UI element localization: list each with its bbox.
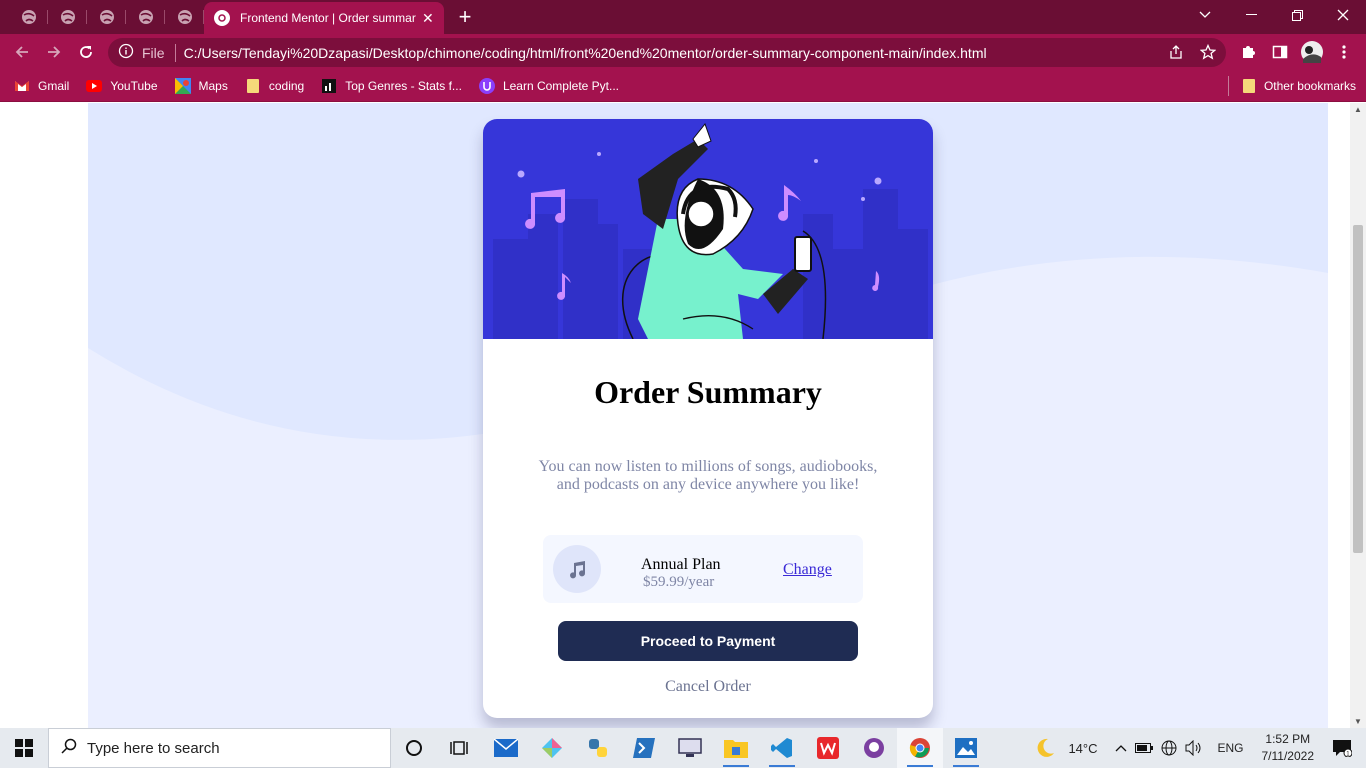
file-explorer-icon[interactable]	[713, 728, 759, 768]
cancel-order-button[interactable]: Cancel Order	[483, 678, 933, 696]
vscode-icon[interactable]	[759, 728, 805, 768]
divider	[1228, 76, 1229, 96]
battery-icon[interactable]	[1135, 743, 1154, 753]
chevron-up-icon[interactable]	[1115, 744, 1127, 752]
maps-icon	[174, 77, 191, 94]
globe-icon	[60, 10, 75, 24]
photos-icon[interactable]	[943, 728, 989, 768]
back-arrow-icon[interactable]	[6, 36, 38, 68]
plan-price: $59.99/year	[643, 574, 715, 590]
pinned-tab-4[interactable]	[126, 0, 165, 34]
info-icon[interactable]	[118, 43, 134, 62]
stats-icon	[321, 78, 337, 94]
minimize-icon[interactable]	[1228, 0, 1274, 30]
bookmark-top-genres[interactable]: Top Genres - Stats f...	[321, 78, 462, 94]
card-description: You can now listen to millions of songs,…	[538, 458, 878, 493]
scroll-up-icon[interactable]: ▲	[1354, 105, 1362, 114]
folder-icon	[1242, 78, 1256, 94]
order-summary-card: Order Summary You can now listen to mill…	[483, 119, 933, 718]
active-tab[interactable]: Frontend Mentor | Order summary ✕	[204, 2, 444, 34]
volume-icon[interactable]	[1185, 740, 1203, 756]
remote-desktop-icon[interactable]	[667, 728, 713, 768]
share-icon[interactable]	[1160, 36, 1192, 68]
clock-time: 1:52 PM	[1265, 732, 1311, 746]
pinned-tab-2[interactable]	[48, 0, 87, 34]
windows-taskbar: Type here to search 14°C ENG 1:52 PM 7/1…	[0, 728, 1366, 768]
temperature[interactable]: 14°C	[1068, 741, 1097, 756]
youtube-icon	[86, 78, 103, 94]
address-bar[interactable]: File C:/Users/Tendayi%20Dzapasi/Desktop/…	[108, 38, 1226, 67]
proceed-to-payment-button[interactable]: Proceed to Payment	[558, 621, 858, 661]
browser-toolbar: File C:/Users/Tendayi%20Dzapasi/Desktop/…	[0, 34, 1366, 70]
menu-kebab-icon[interactable]	[1328, 36, 1360, 68]
forward-arrow-icon[interactable]	[38, 36, 70, 68]
restore-icon[interactable]	[1274, 0, 1320, 30]
course-icon	[478, 77, 495, 94]
input-language[interactable]: ENG	[1217, 741, 1243, 755]
plan-name: Annual Plan	[641, 556, 721, 573]
plan-box: Annual Plan $59.99/year Change	[543, 535, 863, 603]
search-icon	[61, 738, 77, 758]
url-scheme-label: File	[142, 44, 165, 61]
bookmark-gmail[interactable]: Gmail	[14, 78, 69, 94]
pinned-tab-1[interactable]	[9, 0, 48, 34]
new-tab-button[interactable]: +	[452, 4, 478, 30]
gmail-icon	[14, 78, 30, 94]
network-globe-icon[interactable]	[1161, 740, 1177, 756]
weather-moon-icon[interactable]	[1034, 737, 1056, 759]
game-app-icon[interactable]	[529, 728, 575, 768]
music-note-icon	[553, 545, 601, 593]
system-tray: 14°C ENG 1:52 PM 7/11/2022 1	[1030, 728, 1366, 768]
bookmark-youtube[interactable]: YouTube	[86, 78, 158, 94]
tab-title: Frontend Mentor | Order summary	[240, 11, 416, 25]
change-plan-link[interactable]: Change	[783, 561, 832, 579]
scrollbar-thumb[interactable]	[1353, 225, 1363, 553]
scrollbar[interactable]: ▲ ▼	[1350, 103, 1366, 728]
taskbar-search[interactable]: Type here to search	[48, 728, 391, 768]
task-view-icon[interactable]	[437, 728, 483, 768]
bookmark-maps[interactable]: Maps	[174, 77, 228, 94]
globe-icon	[177, 10, 192, 24]
dancing-music-illustration	[493, 122, 928, 339]
wps-office-icon[interactable]	[805, 728, 851, 768]
side-panel-icon[interactable]	[1264, 36, 1296, 68]
globe-icon	[99, 10, 114, 24]
page-viewport: ▲ ▼ Order Summary You can now listen to …	[0, 103, 1366, 728]
search-placeholder: Type here to search	[87, 739, 220, 757]
clock-date: 7/11/2022	[1261, 749, 1315, 763]
powershell-icon[interactable]	[621, 728, 667, 768]
reload-icon[interactable]	[70, 36, 102, 68]
mail-app-icon[interactable]	[483, 728, 529, 768]
bookmark-learn-python[interactable]: Learn Complete Pyt...	[478, 77, 619, 94]
notifications-icon[interactable]: 1	[1332, 739, 1352, 757]
frontend-mentor-favicon-icon	[214, 10, 230, 26]
profile-avatar[interactable]	[1296, 36, 1328, 68]
card-title: Order Summary	[594, 374, 822, 410]
hero-illustration	[483, 119, 933, 339]
globe-icon	[138, 10, 153, 24]
start-windows-icon[interactable]	[0, 728, 48, 768]
bookmarks-bar: Gmail YouTube Maps coding Top Genres - S…	[0, 70, 1366, 102]
star-bookmark-icon[interactable]	[1192, 36, 1224, 68]
divider	[174, 43, 176, 62]
extensions-puzzle-icon[interactable]	[1232, 36, 1264, 68]
tab-close-icon[interactable]: ✕	[422, 10, 434, 27]
bookmark-coding-folder[interactable]: coding	[245, 78, 304, 94]
folder-icon	[245, 78, 261, 94]
github-desktop-icon[interactable]	[851, 728, 897, 768]
tab-search-icon[interactable]	[1182, 0, 1228, 30]
url-text[interactable]: C:/Users/Tendayi%20Dzapasi/Desktop/chimo…	[184, 45, 987, 61]
tab-strip: Frontend Mentor | Order summary ✕ +	[0, 0, 1366, 34]
cortana-icon[interactable]	[391, 728, 437, 768]
close-window-icon[interactable]	[1320, 0, 1366, 30]
pinned-tab-5[interactable]	[165, 0, 204, 34]
scroll-down-icon[interactable]: ▼	[1354, 717, 1362, 726]
python-icon[interactable]	[575, 728, 621, 768]
chrome-icon[interactable]	[897, 728, 943, 768]
clock[interactable]: 1:52 PM 7/11/2022	[1262, 731, 1315, 765]
pinned-tab-3[interactable]	[87, 0, 126, 34]
other-bookmarks[interactable]: Other bookmarks	[1242, 78, 1356, 94]
globe-icon	[21, 10, 36, 24]
